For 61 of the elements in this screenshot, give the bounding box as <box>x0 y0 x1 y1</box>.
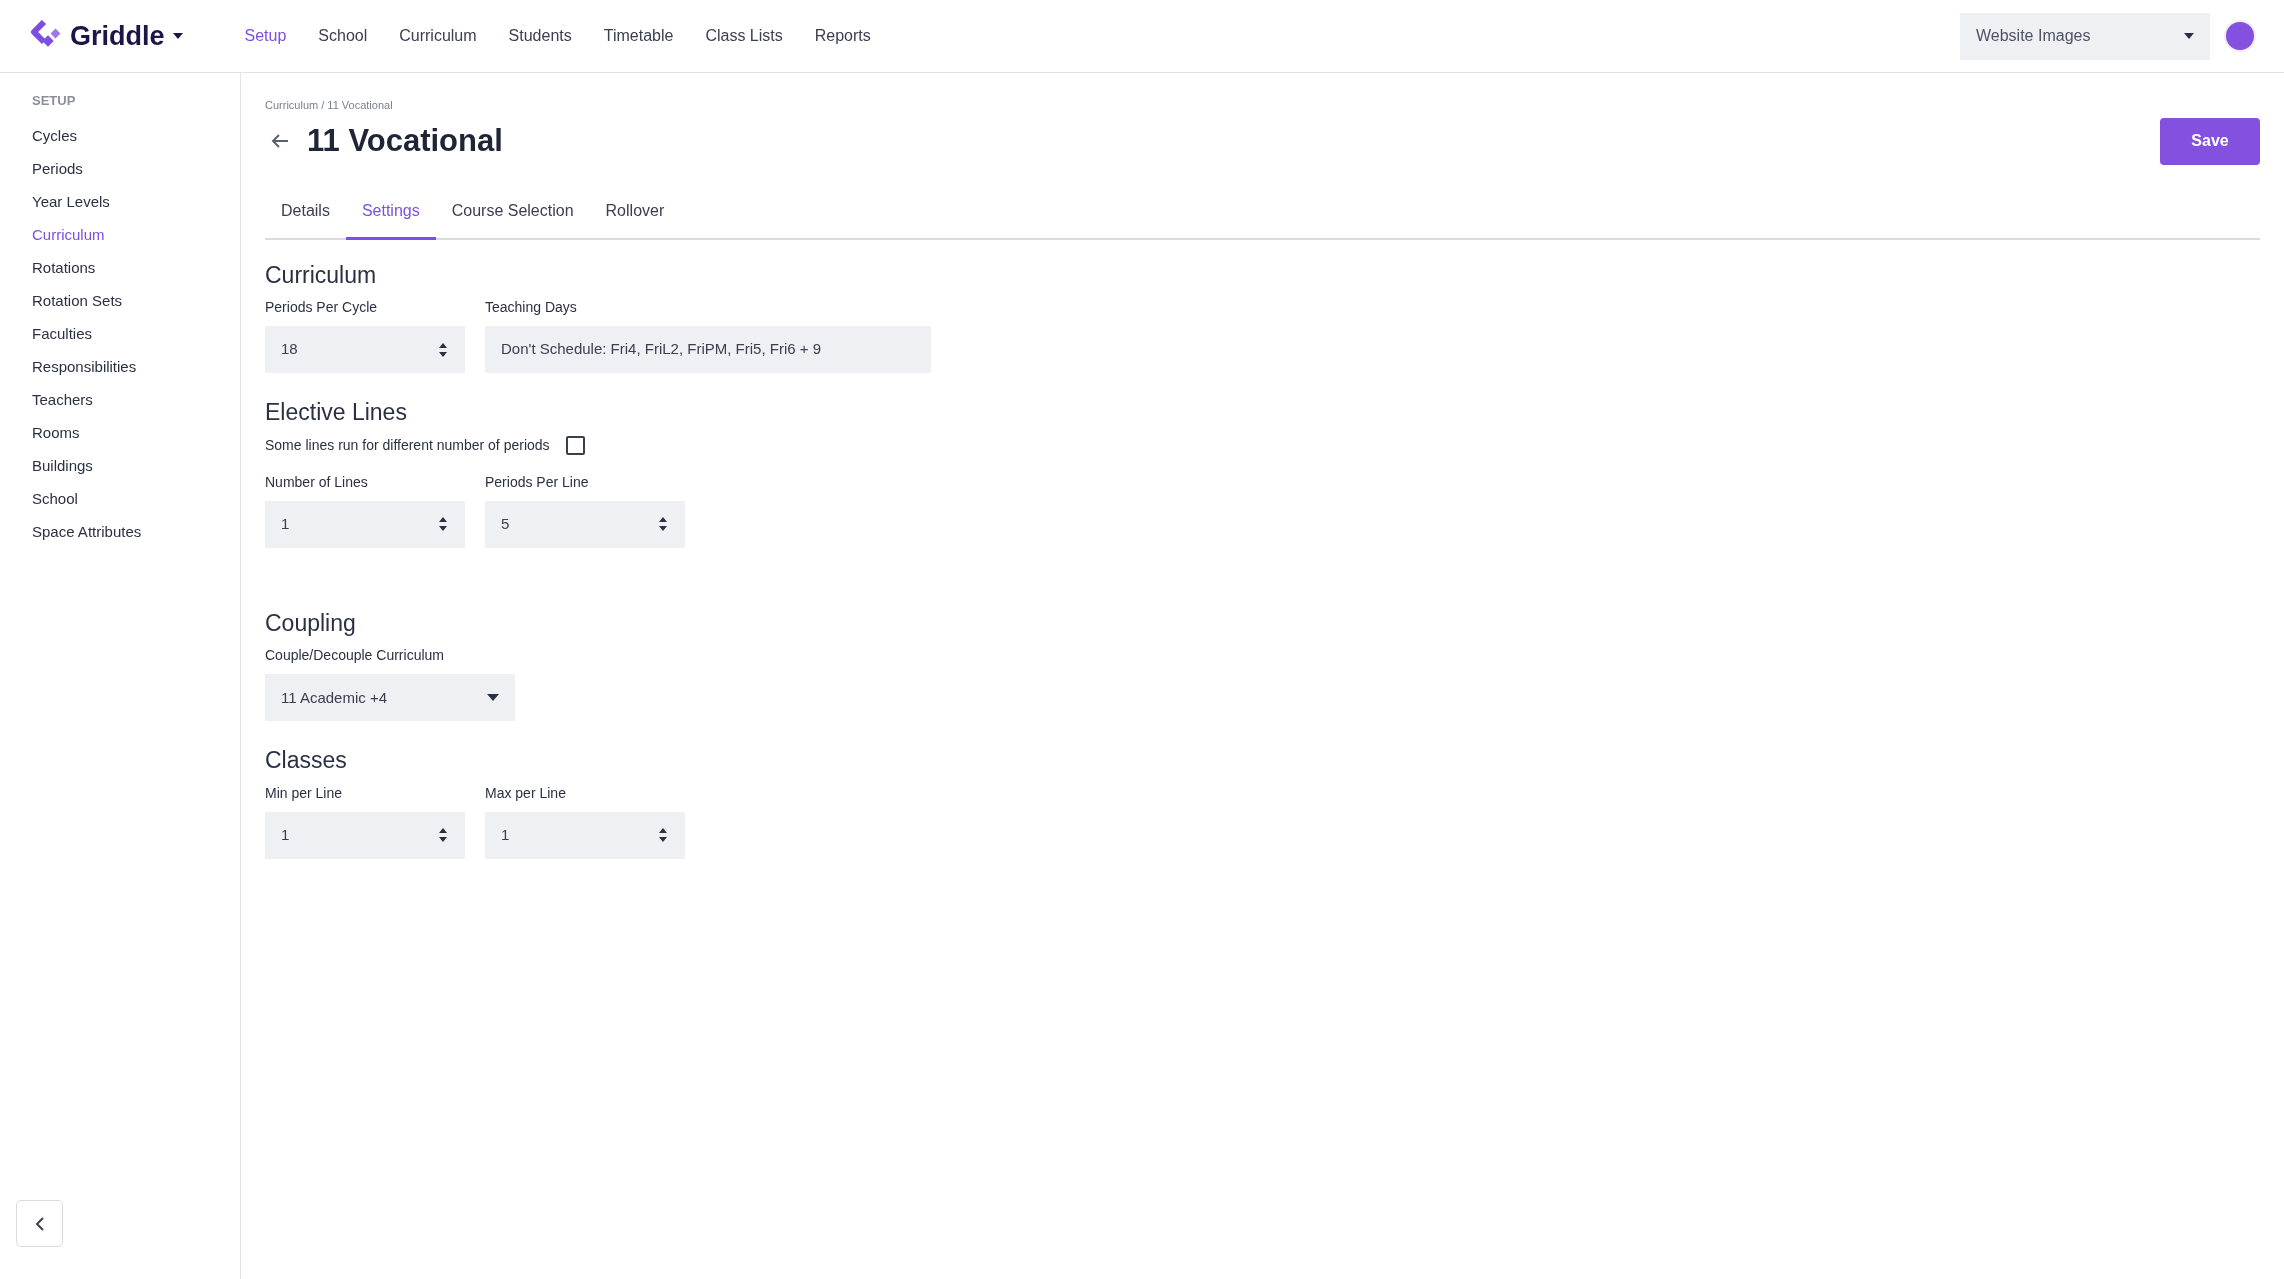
checkbox[interactable] <box>565 435 585 455</box>
sidebar-item[interactable]: Year Levels <box>32 184 208 218</box>
number-field[interactable]: 1 <box>265 500 465 548</box>
number-field[interactable]: 5 <box>485 500 685 548</box>
brand-name: Griddle <box>70 19 165 53</box>
field-label: Periods Per Line <box>485 472 590 492</box>
save-button[interactable]: Save <box>2160 117 2260 165</box>
section-heading: Classes <box>265 747 348 775</box>
sidebar-heading: SETUP <box>32 92 77 110</box>
workspace-dropdown[interactable]: Website Images <box>1960 12 2210 60</box>
sidebar-item[interactable]: Buildings <box>32 448 208 482</box>
field-label: Max per Line <box>485 783 567 803</box>
nav-link[interactable]: Curriculum <box>399 20 477 52</box>
sidebar-item[interactable]: Teachers <box>32 382 208 416</box>
sidebar-item[interactable]: Periods <box>32 151 208 185</box>
sidebar-item[interactable]: Curriculum <box>32 217 208 251</box>
avatar[interactable] <box>2226 22 2254 50</box>
sidebar-item[interactable]: Rotation Sets <box>32 283 208 317</box>
section-heading: Elective Lines <box>265 399 408 427</box>
spinner-arrows-icon <box>657 516 669 533</box>
field-label: Teaching Days <box>485 298 578 318</box>
tab[interactable]: Rollover <box>589 188 681 240</box>
field-label: Number of Lines <box>265 472 369 492</box>
number-field[interactable]: 1 <box>265 811 465 859</box>
sidebar-item[interactable]: Rooms <box>32 415 208 449</box>
checkbox-label: Some lines run for different number of periods <box>265 435 550 455</box>
spinner-arrows-icon <box>437 341 449 358</box>
tab[interactable]: Settings <box>345 188 436 240</box>
number-field[interactable]: 18 <box>265 326 465 374</box>
nav-link[interactable]: Students <box>508 20 572 52</box>
section-heading: Coupling <box>265 609 357 638</box>
nav-link[interactable]: Class Lists <box>705 20 783 52</box>
dropdown[interactable]: 11 Academic +4 <box>265 674 515 722</box>
sidebar-item[interactable]: School <box>32 481 208 515</box>
nav-link[interactable]: School <box>318 20 368 52</box>
sidebar-item[interactable]: Rotations <box>32 250 208 284</box>
nav-link[interactable]: Setup <box>244 20 287 52</box>
nav-link[interactable]: Reports <box>814 20 871 52</box>
sidebar-item[interactable]: Cycles <box>32 118 208 152</box>
text-field[interactable]: Don't Schedule: Fri4, FriL2, FriPM, Fri5, Fri6 + 9 <box>485 326 931 374</box>
spinner-arrows-icon <box>657 827 669 844</box>
caret-icon <box>487 694 499 702</box>
sidebar-item[interactable]: Faculties <box>32 316 208 350</box>
section-heading: Curriculum <box>265 261 378 290</box>
spinner-arrows-icon <box>437 516 449 533</box>
caret-icon[interactable] <box>172 33 183 39</box>
page-title: 11 Vocational <box>307 122 503 160</box>
tab[interactable]: Details <box>265 188 346 240</box>
tab[interactable]: Course Selection <box>435 188 590 240</box>
spinner-arrows-icon <box>437 827 449 844</box>
back-arrow-icon[interactable] <box>271 133 289 149</box>
field-label: Couple/Decouple Curriculum <box>265 646 445 666</box>
breadcrumb: Curriculum / 11 Vocational <box>265 98 394 113</box>
caret-icon <box>2184 33 2194 39</box>
field-label: Periods Per Cycle <box>265 298 379 318</box>
nav-link[interactable]: Timetable <box>603 20 674 52</box>
chevron-left-icon <box>34 1216 45 1231</box>
sidebar-item[interactable]: Responsibilities <box>32 349 208 383</box>
sidebar-item[interactable]: Space Attributes <box>32 514 208 548</box>
field-label: Min per Line <box>265 783 344 803</box>
number-field[interactable]: 1 <box>485 811 685 859</box>
